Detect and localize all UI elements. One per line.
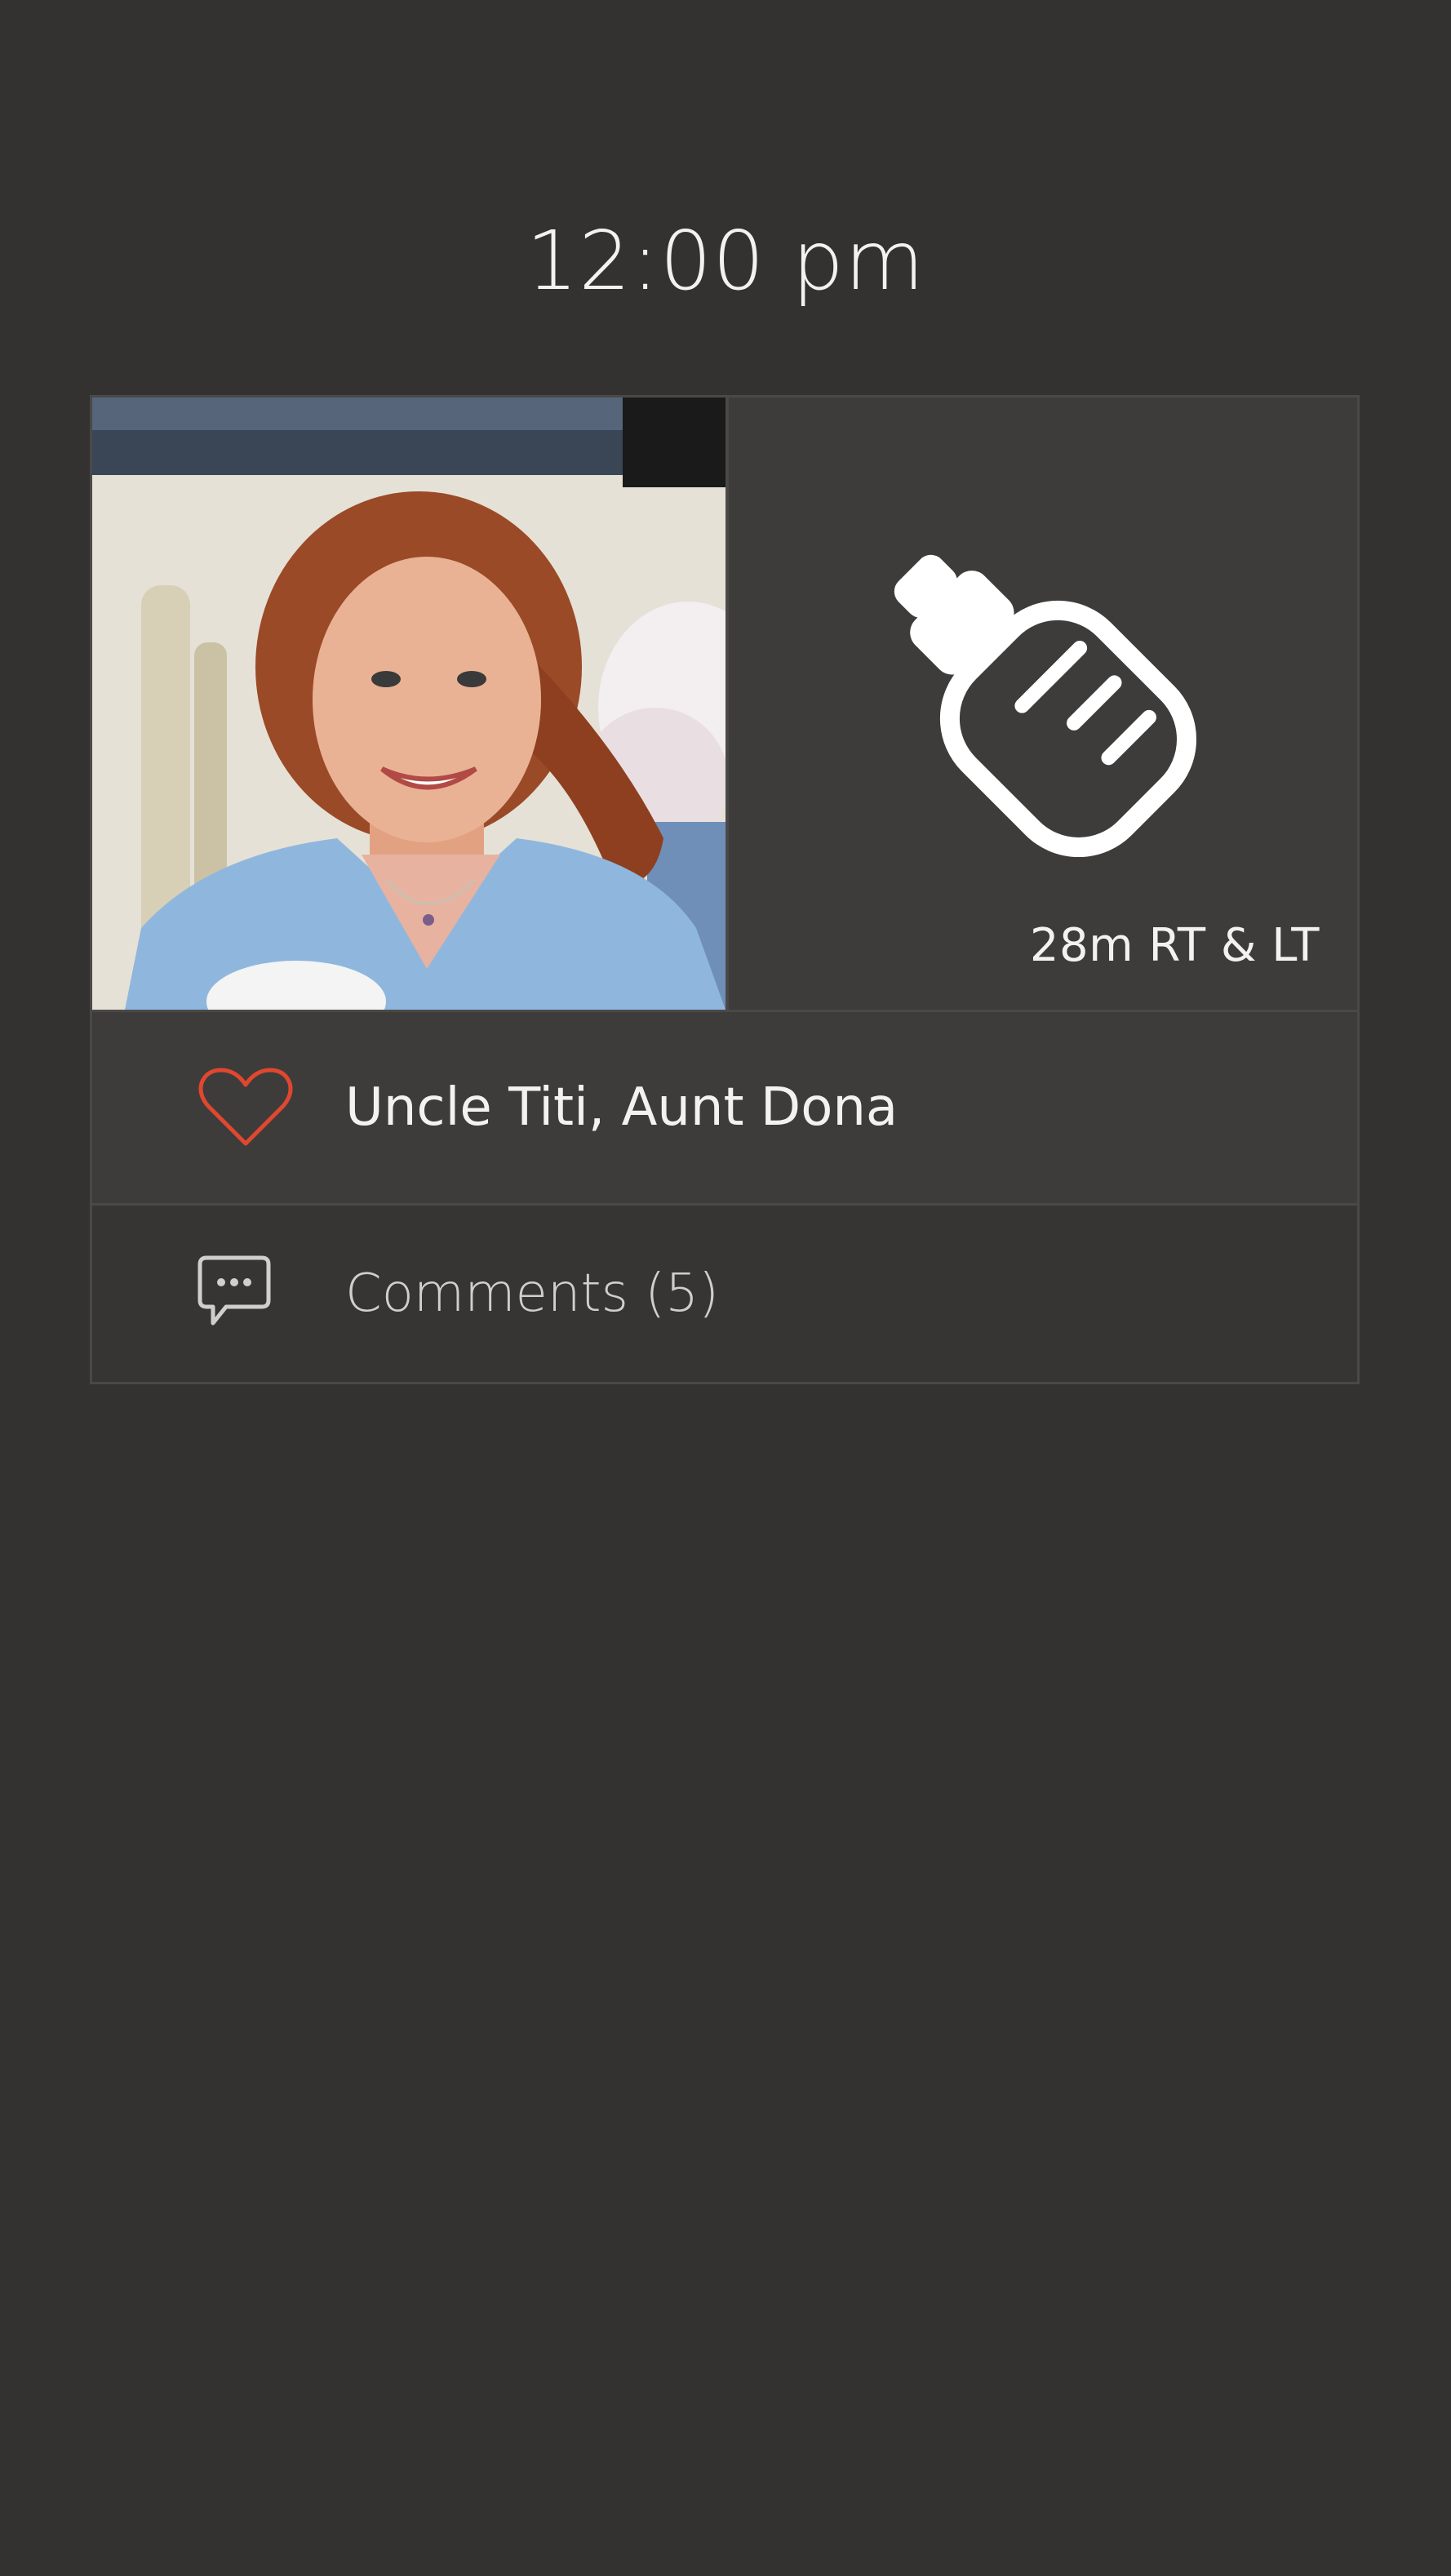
post-time: 12:00 pm bbox=[526, 213, 925, 309]
post-photo[interactable] bbox=[92, 398, 726, 1010]
speech-bubble-icon[interactable] bbox=[197, 1255, 272, 1333]
baby-bottle-icon bbox=[894, 554, 1197, 858]
likes-row[interactable]: Uncle Titi, Aunt Dona bbox=[92, 1010, 1357, 1206]
likes-names: Uncle Titi, Aunt Dona bbox=[345, 1077, 899, 1138]
comments-label[interactable]: Comments (5) bbox=[345, 1264, 719, 1324]
activity-duration-label: 28m RT & LT bbox=[1029, 919, 1320, 972]
heart-icon[interactable] bbox=[197, 1067, 295, 1148]
photo-image bbox=[92, 398, 726, 1010]
comments-row[interactable]: Comments (5) bbox=[92, 1206, 1357, 1382]
feed-card: 28m RT & LT Uncle Titi, Aunt Dona Commen… bbox=[90, 395, 1360, 1384]
activity-panel[interactable]: 28m RT & LT bbox=[729, 398, 1357, 1010]
